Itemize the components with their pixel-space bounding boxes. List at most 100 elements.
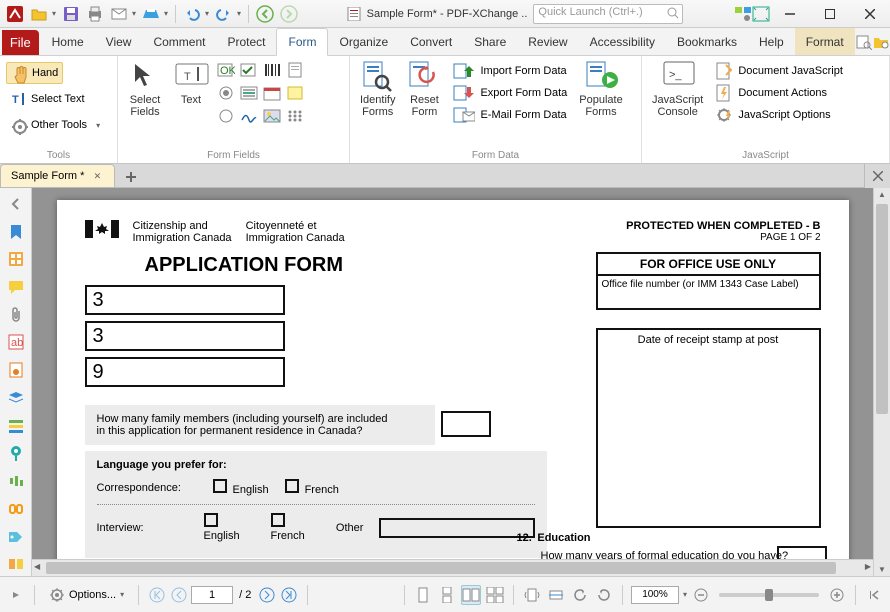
form-field-2[interactable]: 3 <box>85 321 285 351</box>
text-field-button[interactable]: T Text <box>170 58 212 108</box>
tab-protect[interactable]: Protect <box>216 28 276 55</box>
layers-pane-icon[interactable] <box>4 386 28 410</box>
signatures-pane-icon[interactable] <box>4 358 28 382</box>
radio-field-icon[interactable] <box>239 60 259 80</box>
date-field-icon[interactable] <box>262 83 282 103</box>
print-icon[interactable] <box>84 4 106 24</box>
populate-forms-button[interactable]: Populate Forms <box>575 58 626 120</box>
layout-facing-icon[interactable] <box>461 585 481 605</box>
vertical-scrollbar[interactable]: ▲ ▼ <box>873 188 890 576</box>
fields-pane-icon[interactable]: ab <box>4 331 28 355</box>
nav-fwd-icon[interactable] <box>278 4 300 24</box>
options-button[interactable]: Options... ▾ <box>43 585 130 605</box>
thumbnails-pane-icon[interactable] <box>4 247 28 271</box>
tab-view[interactable]: View <box>95 28 143 55</box>
list-field-icon[interactable] <box>239 83 259 103</box>
import-form-data-button[interactable]: Import Form Data <box>449 60 571 82</box>
quick-launch-input[interactable]: Quick Launch (Ctrl+.) <box>533 4 683 24</box>
horizontal-scrollbar[interactable]: ◀ ▶ <box>32 559 873 576</box>
open-icon[interactable] <box>28 4 50 24</box>
tags-pane-icon[interactable] <box>4 525 28 549</box>
page-next-icon[interactable] <box>257 585 277 605</box>
attachments-pane-icon[interactable] <box>4 303 28 327</box>
button-field-icon[interactable] <box>216 83 236 103</box>
zoom-in-icon[interactable] <box>827 585 847 605</box>
destinations-pane-icon[interactable] <box>4 441 28 465</box>
tab-share[interactable]: Share <box>463 28 517 55</box>
minimize-button[interactable] <box>770 0 810 28</box>
tab-bookmarks[interactable]: Bookmarks <box>666 28 748 55</box>
int-english-checkbox[interactable] <box>204 513 218 527</box>
redo-icon[interactable] <box>213 4 235 24</box>
fit-icon[interactable] <box>752 6 770 22</box>
content-pane-icon[interactable] <box>4 414 28 438</box>
export-form-data-button[interactable]: Export Form Data <box>449 82 571 104</box>
comments-pane-icon[interactable] <box>4 275 28 299</box>
layout-facing-cont-icon[interactable] <box>485 585 505 605</box>
tab-help[interactable]: Help <box>748 28 795 55</box>
form-field-3[interactable]: 9 <box>85 357 285 387</box>
file-button[interactable]: File <box>2 30 39 55</box>
search-opts-button[interactable] <box>872 28 890 55</box>
find-button[interactable] <box>855 28 873 55</box>
zoom-slider[interactable] <box>719 593 819 597</box>
layout-continuous-icon[interactable] <box>437 585 457 605</box>
app-icon[interactable] <box>4 4 26 24</box>
identify-forms-button[interactable]: Identify Forms <box>356 58 399 120</box>
email-icon[interactable] <box>108 4 130 24</box>
sidebar-collapse-icon[interactable] <box>4 192 28 216</box>
page-number-input[interactable] <box>191 586 233 604</box>
close-all-tabs-button[interactable] <box>864 164 890 188</box>
corr-english-checkbox[interactable] <box>213 479 227 493</box>
other-language-field[interactable] <box>379 518 534 538</box>
3d-pane-icon[interactable] <box>4 552 28 576</box>
email-form-data-button[interactable]: E-Mail Form Data <box>449 104 571 126</box>
highlight-field-icon[interactable] <box>285 83 305 103</box>
page-first-icon[interactable] <box>147 585 167 605</box>
doc-js-button[interactable]: Document JavaScript <box>711 60 847 82</box>
select-fields-button[interactable]: Select Fields <box>124 58 166 120</box>
image-field-icon[interactable] <box>262 106 282 126</box>
doc-tab-close-icon[interactable]: ✕ <box>90 169 104 183</box>
tab-form[interactable]: Form <box>276 28 328 56</box>
bookmarks-pane-icon[interactable] <box>4 220 28 244</box>
rotate-ccw-icon[interactable] <box>570 585 590 605</box>
pan-zoom-pane-icon[interactable] <box>4 469 28 493</box>
links-pane-icon[interactable] <box>4 497 28 521</box>
tab-review[interactable]: Review <box>517 28 578 55</box>
close-button[interactable] <box>850 0 890 28</box>
tab-accessibility[interactable]: Accessibility <box>579 28 666 55</box>
barcode-field-icon[interactable] <box>262 60 282 80</box>
undo-icon[interactable] <box>181 4 203 24</box>
select-text-button[interactable]: T Select Text <box>6 88 89 110</box>
page-prev-icon[interactable] <box>169 585 189 605</box>
page-last-icon[interactable] <box>279 585 299 605</box>
nav-back-icon[interactable] <box>254 4 276 24</box>
zoom-input[interactable] <box>631 586 679 604</box>
scan-icon[interactable] <box>140 4 162 24</box>
doc-field-icon[interactable] <box>285 60 305 80</box>
corr-french-checkbox[interactable] <box>285 479 299 493</box>
doc-tab-0[interactable]: Sample Form * ✕ <box>0 164 115 187</box>
tab-organize[interactable]: Organize <box>328 28 399 55</box>
dock-right-icon[interactable] <box>864 585 884 605</box>
tab-format[interactable]: Format <box>795 28 855 55</box>
panels-menu-icon[interactable] <box>6 585 26 605</box>
rotate-cw-icon[interactable] <box>594 585 614 605</box>
doc-actions-button[interactable]: Document Actions <box>711 82 847 104</box>
save-icon[interactable] <box>60 4 82 24</box>
checkbox-field-icon[interactable]: OK <box>216 60 236 80</box>
layout-single-icon[interactable] <box>413 585 433 605</box>
hand-tool-button[interactable]: Hand <box>6 62 63 84</box>
signature-field-icon[interactable] <box>239 106 259 126</box>
tab-convert[interactable]: Convert <box>399 28 463 55</box>
tab-comment[interactable]: Comment <box>142 28 216 55</box>
js-console-button[interactable]: >_ JavaScript Console <box>648 58 707 120</box>
other-tools-button[interactable]: Other Tools ▾ <box>6 114 104 136</box>
pdf-page[interactable]: Citizenship andImmigration Canada Citoye… <box>57 200 849 576</box>
tab-home[interactable]: Home <box>41 28 95 55</box>
grid-field-icon[interactable] <box>285 106 305 126</box>
zoom-out-icon[interactable] <box>691 585 711 605</box>
add-tab-button[interactable] <box>119 167 143 187</box>
maximize-button[interactable] <box>810 0 850 28</box>
